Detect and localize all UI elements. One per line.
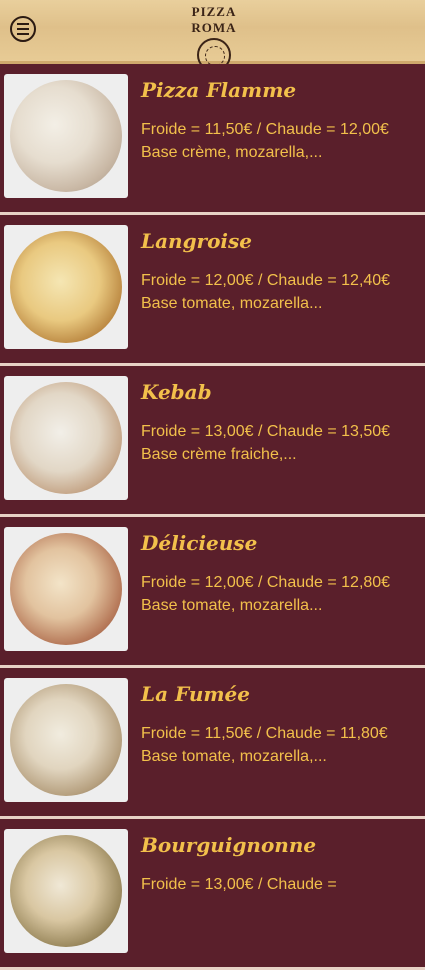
pizza-image <box>4 376 128 500</box>
pizza-description: Froide = 13,00€ / Chaude = <box>141 876 337 893</box>
pizza-description: Froide = 13,00€ / Chaude = 13,50€ Base c… <box>141 423 391 463</box>
pizza-name: Pizza Flamme <box>141 78 297 102</box>
pizza-list-item[interactable]: Bourguignonne Froide = 13,00€ / Chaude = <box>0 819 425 970</box>
pizza-image <box>4 678 128 802</box>
pizza-list: Pizza Flamme Froide = 11,50€ / Chaude = … <box>0 64 425 970</box>
pizza-name: La Fumée <box>141 682 250 706</box>
pizza-description: Froide = 11,50€ / Chaude = 11,80€ Base t… <box>141 725 388 765</box>
pizza-name: Kebab <box>141 380 212 404</box>
pizza-list-item[interactable]: Pizza Flamme Froide = 11,50€ / Chaude = … <box>0 64 425 215</box>
pizza-image <box>4 527 128 651</box>
pizza-description: Froide = 11,50€ / Chaude = 12,00€ Base c… <box>141 121 389 161</box>
pizza-list-item[interactable]: Kebab Froide = 13,00€ / Chaude = 13,50€ … <box>0 366 425 517</box>
pizza-description: Froide = 12,00€ / Chaude = 12,80€ Base t… <box>141 574 391 614</box>
pizza-image <box>4 829 128 953</box>
pizza-description: Froide = 12,00€ / Chaude = 12,40€ Base t… <box>141 272 391 312</box>
app-header: PIZZA ROMA <box>0 0 425 72</box>
pizza-name: Délicieuse <box>141 531 258 555</box>
pizza-name: Bourguignonne <box>141 833 317 857</box>
hamburger-menu-icon[interactable] <box>10 16 36 42</box>
pizza-image <box>4 74 128 198</box>
logo-text: PIZZA ROMA <box>191 4 237 35</box>
pizza-name: Langroise <box>141 229 253 253</box>
pizza-list-item[interactable]: Langroise Froide = 12,00€ / Chaude = 12,… <box>0 215 425 366</box>
pizza-list-item[interactable]: Délicieuse Froide = 12,00€ / Chaude = 12… <box>0 517 425 668</box>
pizza-list-item[interactable]: La Fumée Froide = 11,50€ / Chaude = 11,8… <box>0 668 425 819</box>
pizza-roma-logo: PIZZA ROMA <box>174 2 254 72</box>
pizza-image <box>4 225 128 349</box>
